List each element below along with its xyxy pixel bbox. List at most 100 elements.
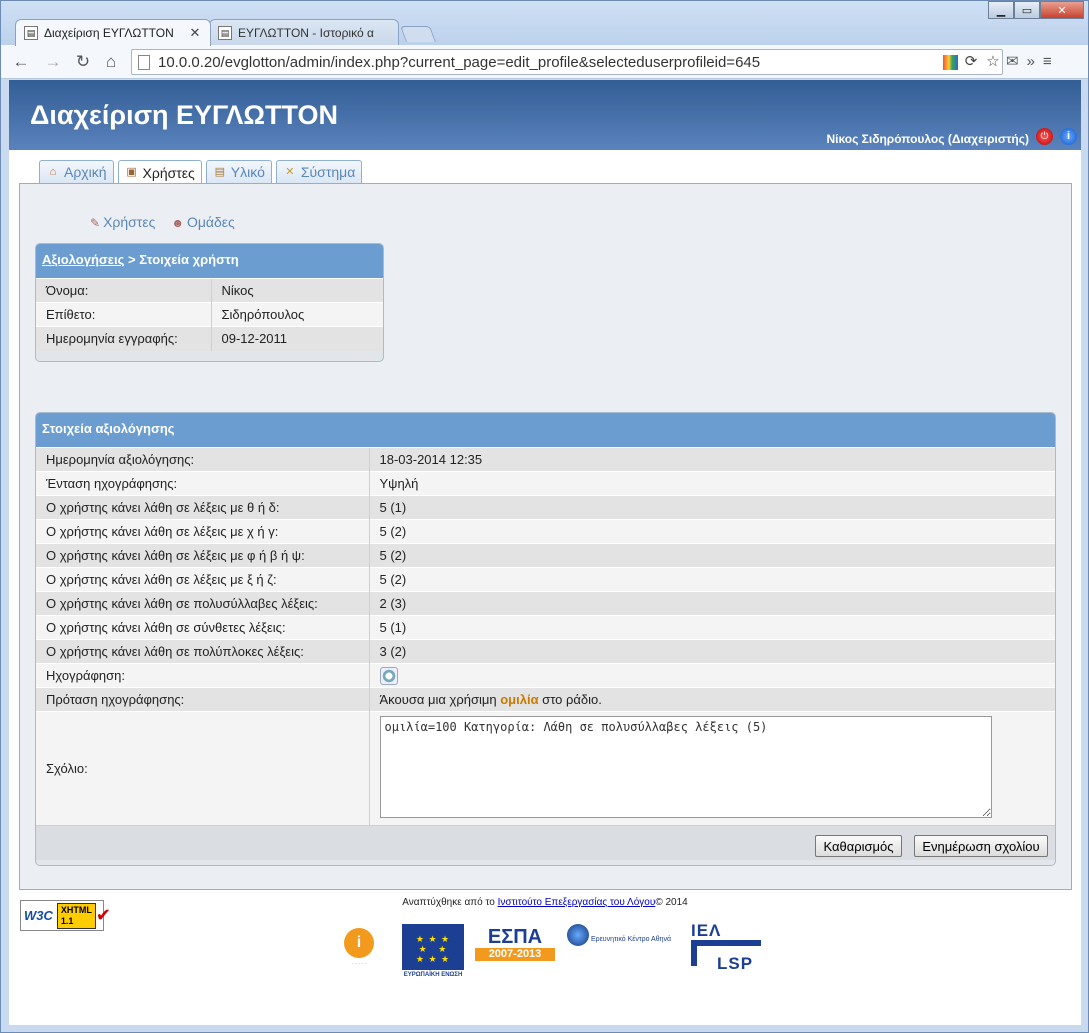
field-value: 5 (2) [368,519,1055,544]
field-value: 5 (2) [368,543,1055,568]
field-value: 09-12-2011 [210,326,383,351]
table-row: Ο χρήστης κάνει λάθη σε λέξεις με φ ή β … [36,543,1055,568]
table-row: Ο χρήστης κάνει λάθη σε λέξεις με θ ή δ:… [36,495,1055,520]
home-icon[interactable]: ⌂ [101,52,121,72]
back-icon[interactable]: ← [11,52,31,72]
institute-link[interactable]: Ινστιτούτο Επεξεργασίας του Λόγου [498,897,656,908]
espa-title: ΕΣΠΑ [487,926,543,948]
breadcrumb-link-evaluations[interactable]: Αξιολογήσεις [42,252,124,267]
page-favicon-icon: ▤ [218,26,232,40]
tab-material[interactable]: ▤ Υλικό [205,160,272,183]
extensions-icon[interactable]: » [1027,53,1035,70]
field-label: Ο χρήστης κάνει λάθη σε λέξεις με φ ή β … [36,543,369,568]
iel-logo: ΙΕΛ LSP [689,922,767,982]
audio-play-icon[interactable] [379,666,398,685]
lsp-text: LSP [717,954,754,973]
field-value: Υψηλή [368,471,1055,496]
site-header: Διαχείριση ΕΥΓΛΩΤΤΟΝ Νίκος Σιδηρόπουλος … [9,80,1081,150]
field-value: 3 (2) [368,639,1055,664]
page-viewport: Διαχείριση ΕΥΓΛΩΤΤΟΝ Νίκος Σιδηρόπουλος … [9,80,1081,1025]
table-row: Ο χρήστης κάνει λάθη σε πολύπλοκες λέξει… [36,639,1055,664]
title-bar: ▤ Διαχείριση ΕΥΓΛΩΤΤΟΝ ✕ ▤ ΕΥΓΛΩΤΤΟΝ - Ι… [1,1,1088,46]
sentence-text: Άκουσα μια χρήσιμη [379,692,501,707]
pencil-icon: ✎ [90,216,101,230]
footer-text: Αναπτύχθηκε από το [402,897,498,908]
field-label: Ένταση ηχογράφησης: [36,471,369,496]
translate-icon[interactable]: ⟳ [962,53,980,71]
table-row: Ο χρήστης κάνει λάθη σε σύνθετες λέξεις:… [36,615,1055,640]
field-value: 5 (1) [368,495,1055,520]
table-row: Ένταση ηχογράφησης: Υψηλή [36,471,1055,496]
field-value: 5 (2) [368,567,1055,592]
field-label: Ημερομηνία αξιολόγησης: [36,447,369,472]
info-person-icon: i [344,928,374,958]
new-tab-button[interactable] [400,26,436,42]
wrench-icon[interactable]: ≡ [1043,53,1052,70]
iel-bar [691,946,697,966]
tab-label: Αρχική [64,164,107,180]
footer-copyright: © 2014 [655,897,688,908]
site-title: Διαχείριση ΕΥΓΛΩΤΤΟΝ [30,100,338,130]
field-label: Ο χρήστης κάνει λάθη σε λέξεις με θ ή δ: [36,495,369,520]
field-label: Ο χρήστης κάνει λάθη σε σύνθετες λέξεις: [36,615,369,640]
table-row: Ηχογράφηση: [36,663,1055,688]
browser-window: ▤ Διαχείριση ΕΥΓΛΩΤΤΟΝ ✕ ▤ ΕΥΓΛΩΤΤΟΝ - Ι… [0,0,1089,1033]
field-label: Ο χρήστης κάνει λάθη σε λέξεις με ξ ή ζ: [36,567,369,592]
user-details-table: Όνομα: Νίκος Επίθετο: Σιδηρόπουλος Ημερο… [36,278,383,351]
logout-icon[interactable]: ⏻ [1036,128,1053,145]
evaluation-box: Στοιχεία αξιολόγησης Ημερομηνία αξιολόγη… [35,412,1056,866]
subnav-groups[interactable]: ☻ Ομάδες [171,214,234,230]
field-value: Σιδηρόπουλος [210,302,383,327]
breadcrumb-separator: > [124,252,140,267]
footer-credits: Αναπτύχθηκε από το Ινστιτούτο Επεξεργασί… [9,897,1081,908]
window-controls: ▁ ▭ ✕ [988,1,1084,19]
field-value: Νίκος [210,278,383,303]
comment-cell: ομιλία=100 Κατηγορία: Λάθη σε πολυσύλλαβ… [368,711,1055,825]
recording-cell [368,663,1055,688]
field-label: Ο χρήστης κάνει λάθη σε πολύπλοκες λέξει… [36,639,369,664]
maximize-button[interactable]: ▭ [1014,1,1040,19]
extension-icon[interactable] [943,54,958,70]
field-label: Σχόλιο: [36,711,369,825]
logged-in-user: Νίκος Σιδηρόπουλος (Διαχειριστής) [826,132,1029,146]
browser-tab-inactive[interactable]: ▤ ΕΥΓΛΩΤΤΟΝ - Ιστορικό α [209,19,399,46]
field-value: 2 (3) [368,591,1055,616]
table-row: Ο χρήστης κάνει λάθη σε λέξεις με ξ ή ζ:… [36,567,1055,592]
star-icon[interactable]: ☆ [984,53,1002,71]
clear-button[interactable]: Καθαρισμός [815,835,902,857]
close-window-button[interactable]: ✕ [1040,1,1084,19]
tab-users[interactable]: ▣ Χρήστες [117,160,202,184]
xhtml-text: XHTML [60,904,92,915]
forward-icon[interactable]: → [43,52,63,72]
sub-navigation: ✎ Χρήστες ☻ Ομάδες [90,214,235,230]
iel-text: ΙΕΛ [691,921,722,940]
table-row: Σχόλιο: ομιλία=100 Κατηγορία: Λάθη σε πο… [36,711,1055,825]
browser-tab-active[interactable]: ▤ Διαχείριση ΕΥΓΛΩΤΤΟΝ ✕ [15,19,211,46]
info-icon[interactable]: i [1060,128,1077,145]
sentence-target-word: ομιλία [500,692,539,707]
tools-icon: ✕ [285,165,295,178]
browser-toolbar: ← → ↻ ⌂ 10.0.0.20/evglotton/admin/index.… [1,45,1088,79]
update-comment-button[interactable]: Ενημέρωση σχολίου [914,835,1048,857]
tab-system[interactable]: ✕ Σύστημα [275,160,363,183]
address-bar[interactable]: 10.0.0.20/evglotton/admin/index.php?curr… [131,49,1003,75]
eu-stars-icon: ★ ★ ★ ★ ★ ★ ★ ★ [415,934,451,964]
gmail-icon[interactable]: ✉ [1006,52,1019,70]
espa-years: 2007-2013 [475,948,555,961]
button-row: Καθαρισμός Ενημέρωση σχολίου [36,825,1055,860]
sponsor-logos: i · · · · · ★ ★ ★ ★ ★ ★ ★ ★ ΕΥΡΩΠΑΪΚΗ ΕΝΩΣ… [9,922,1081,992]
subnav-users[interactable]: ✎ Χρήστες [90,214,155,230]
table-row: Ημερομηνία εγγραφής: 09-12-2011 [36,326,383,351]
eu-caption: ΕΥΡΩΠΑΪΚΗ ΕΝΩΣΗ [402,970,464,980]
comment-textarea[interactable]: ομιλία=100 Κατηγορία: Λάθη σε πολυσύλλαβ… [379,716,992,818]
reload-icon[interactable]: ↻ [73,52,93,72]
table-row: Ο χρήστης κάνει λάθη σε πολυσύλλαβες λέξ… [36,591,1055,616]
close-tab-icon[interactable]: ✕ [188,25,202,41]
athena-name: Ερευνητικό Κέντρο Αθηνά [591,936,672,943]
field-label: Όνομα: [36,278,211,303]
url-text: 10.0.0.20/evglotton/admin/index.php?curr… [158,53,761,71]
tab-label: Υλικό [230,164,265,180]
tab-home[interactable]: ⌂ Αρχική [39,160,114,183]
page-favicon-icon: ▤ [24,26,38,40]
minimize-button[interactable]: ▁ [988,1,1014,19]
